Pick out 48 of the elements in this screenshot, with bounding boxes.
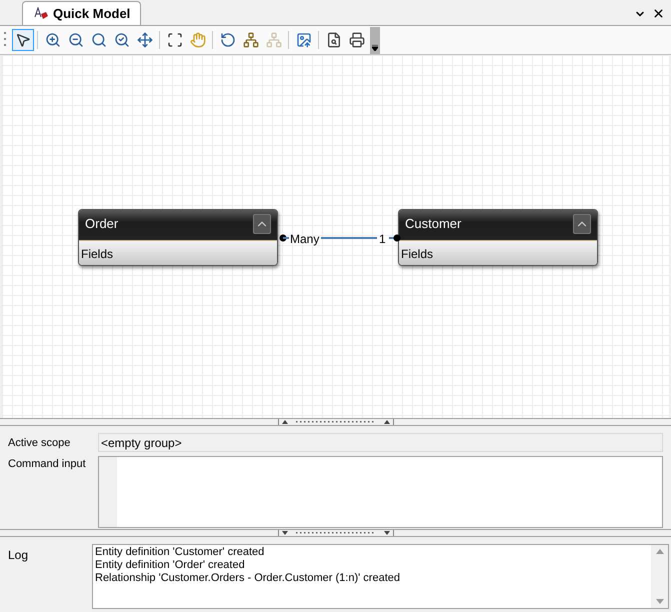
pointer-icon	[14, 32, 30, 48]
print-preview-icon	[326, 32, 342, 48]
magnifier-icon	[90, 32, 106, 48]
print-icon	[348, 32, 364, 48]
vertical-scrollbar[interactable]	[651, 545, 668, 608]
zoom-in-icon	[44, 32, 60, 48]
collapse-icon[interactable]	[253, 214, 271, 234]
move-icon	[136, 32, 152, 48]
command-input-field[interactable]	[98, 456, 663, 528]
close-icon[interactable]	[652, 7, 665, 20]
log-line: Entity definition 'Order' created	[95, 559, 246, 572]
image-icon	[296, 32, 312, 48]
entity-name: Customer	[405, 215, 462, 233]
scroll-up-icon	[656, 549, 664, 554]
down-arrow-icon	[282, 531, 288, 535]
scroll-down-icon	[656, 599, 664, 604]
splitter-grip[interactable]	[278, 530, 394, 536]
up-arrow-icon	[384, 420, 390, 424]
entity-section-label: Fields	[401, 247, 434, 261]
entity-card[interactable]: Customer Fields	[398, 209, 598, 266]
down-arrow-icon	[384, 531, 390, 535]
entity-name: Order	[85, 215, 118, 233]
model-icon	[33, 6, 49, 20]
log-line: Entity definition 'Customer' created	[95, 546, 266, 559]
collapse-icon[interactable]	[573, 214, 591, 234]
splitter-grip[interactable]	[278, 419, 394, 425]
active-scope-field: <empty group>	[98, 433, 663, 452]
cardinality-label: 1	[379, 231, 386, 248]
hierarchy-icon	[242, 32, 258, 48]
entity-section-label: Fields	[81, 247, 114, 261]
hand-icon	[190, 32, 206, 48]
zoom-out-icon	[68, 32, 84, 48]
rotate-icon	[220, 32, 236, 48]
toolbar-overflow-button[interactable]	[370, 26, 380, 54]
magnifier-icon	[114, 32, 130, 48]
overflow-arrow-icon	[372, 44, 378, 50]
diagram-canvas[interactable]: Order Fields Customer Fields Many 1	[2, 55, 669, 418]
log-line: Relationship 'Customer.Orders - Order.Customer (1:n)' created	[95, 572, 401, 585]
document-tab[interactable]: Quick Model	[22, 1, 142, 25]
up-arrow-icon	[282, 420, 288, 424]
toolbar-button[interactable]	[12, 29, 34, 51]
hierarchy-icon	[266, 32, 282, 48]
entity-card[interactable]: Order Fields	[78, 209, 278, 266]
frame-icon	[166, 32, 182, 48]
field-label: Command input	[8, 457, 87, 472]
cardinality-label: Many	[290, 231, 320, 248]
field-label: Log	[8, 547, 30, 564]
field-label: Active scope	[8, 436, 72, 451]
